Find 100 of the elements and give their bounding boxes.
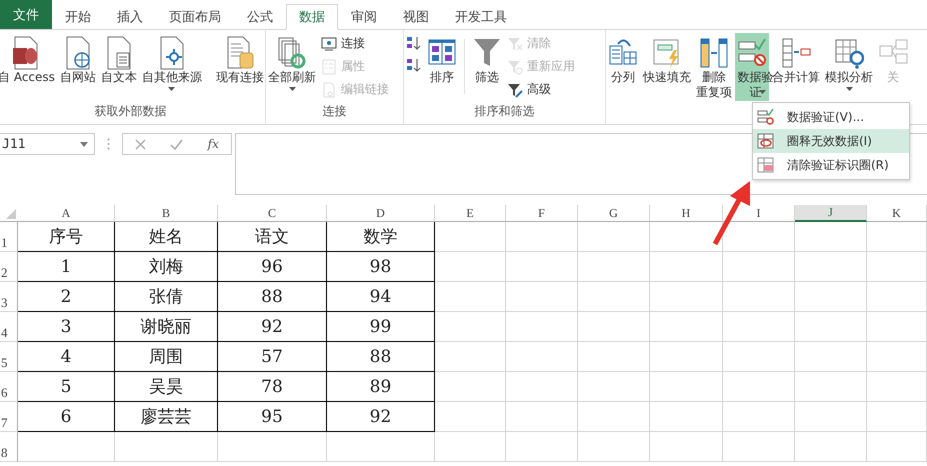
menu-item[interactable]: 清除验证标识圈(R) — [753, 153, 909, 177]
table-cell — [506, 222, 578, 252]
column-header[interactable]: E — [435, 205, 506, 222]
row-header[interactable]: 3 — [0, 282, 18, 312]
clear-circles-icon — [757, 157, 775, 173]
table-cell — [506, 312, 578, 342]
column-header[interactable]: D — [327, 205, 435, 222]
table-cell: 6 — [18, 402, 115, 432]
column-header[interactable]: A — [18, 205, 115, 222]
table-cell — [578, 312, 650, 342]
row-header[interactable]: 4 — [0, 312, 18, 342]
ribbon-button[interactable]: 自文本 — [98, 33, 139, 101]
table-cell — [723, 372, 795, 402]
ribbon-button[interactable]: 排序 — [425, 33, 459, 101]
ribbon-button[interactable]: 自网站 — [58, 33, 98, 101]
column-header[interactable]: H — [650, 205, 723, 222]
insert-function-button[interactable]: fx — [208, 137, 219, 151]
ribbon-button[interactable]: 删除重复项 — [694, 33, 734, 101]
table-cell — [578, 222, 650, 252]
table-cell — [795, 312, 867, 342]
ribbon-tab[interactable]: 审阅 — [338, 4, 390, 29]
reapply-filter-icon — [507, 58, 523, 74]
table-cell — [867, 372, 927, 402]
table-cell: 98 — [327, 252, 435, 282]
caret-icon — [759, 90, 766, 94]
table-cell: 3 — [18, 312, 115, 342]
caret-icon — [846, 87, 852, 91]
row-header[interactable]: 8 — [0, 432, 18, 462]
name-box[interactable]: J11 — [0, 133, 95, 155]
table-cell: 张倩 — [115, 282, 218, 312]
menu-item[interactable]: 圈释无效数据(I) — [753, 129, 909, 153]
file-tab[interactable]: 文件 — [0, 0, 52, 29]
ribbon-button[interactable]: 高级 — [505, 81, 577, 98]
ribbon-button[interactable]: 分列 — [606, 33, 640, 101]
column-header[interactable]: C — [218, 205, 327, 222]
column-header[interactable]: F — [506, 205, 578, 222]
table-cell — [867, 402, 927, 432]
table-cell — [795, 222, 867, 252]
table-cell: 78 — [218, 372, 327, 402]
sort-ascending-icon — [406, 35, 422, 51]
table-cell: 96 — [218, 252, 327, 282]
cancel-icon[interactable] — [135, 138, 146, 150]
table-cell: 吴昊 — [115, 372, 218, 402]
table-cell — [723, 312, 795, 342]
table-cell — [867, 282, 927, 312]
advanced-filter-icon — [507, 82, 523, 98]
row-header[interactable]: 2 — [0, 252, 18, 282]
edit-links-icon — [321, 82, 337, 98]
column-header[interactable]: B — [115, 205, 218, 222]
ribbon-tab[interactable]: 开始 — [52, 4, 104, 29]
ribbon-button[interactable]: 连接 — [319, 35, 391, 52]
row-header[interactable]: 6 — [0, 372, 18, 402]
table-cell — [578, 252, 650, 282]
table-cell — [867, 312, 927, 342]
table-cell — [435, 372, 506, 402]
ribbon-tab[interactable]: 开发工具 — [442, 4, 520, 29]
table-cell — [795, 372, 867, 402]
ribbon-tab[interactable]: 数据 — [286, 4, 338, 30]
ribbon-tab[interactable]: 页面布局 — [156, 4, 234, 29]
group-label: 连接 — [322, 103, 348, 120]
ribbon-button[interactable]: 自其他来源 — [140, 33, 204, 101]
table-cell — [723, 342, 795, 372]
ribbon-tab[interactable]: 视图 — [390, 4, 442, 29]
ribbon-button[interactable]: 快速填充 — [641, 33, 693, 101]
column-header[interactable]: K — [867, 205, 927, 222]
table-cell — [723, 252, 795, 282]
ribbon-tab[interactable]: 公式 — [234, 4, 286, 29]
row-header[interactable]: 1 — [0, 222, 18, 252]
table-cell — [435, 282, 506, 312]
table-cell: 94 — [327, 282, 435, 312]
table-cell — [435, 312, 506, 342]
table-cell: 廖芸芸 — [115, 402, 218, 432]
ribbon-button[interactable]: 模拟分析 — [823, 33, 875, 101]
grip-icon — [107, 138, 110, 150]
caret-icon — [80, 142, 88, 146]
table-cell: 95 — [218, 402, 327, 432]
select-all-icon[interactable] — [6, 209, 16, 219]
ribbon-button[interactable]: 全部刷新 — [266, 33, 318, 101]
check-icon[interactable] — [170, 138, 184, 150]
ribbon-button[interactable]: 现有连接 — [214, 33, 265, 101]
table-cell: 5 — [18, 372, 115, 402]
table-cell — [795, 282, 867, 312]
table-cell: 99 — [327, 312, 435, 342]
table-cell — [795, 342, 867, 372]
row-header[interactable]: 5 — [0, 342, 18, 372]
remove-duplicates-icon — [699, 36, 729, 70]
data-validation-icon — [757, 109, 775, 125]
ribbon-tab[interactable]: 插入 — [104, 4, 156, 29]
database-document-icon — [224, 36, 255, 70]
column-header[interactable]: G — [578, 205, 650, 222]
table-cell — [506, 432, 578, 462]
menu-item[interactable]: 数据验证(V)... — [753, 105, 909, 129]
group-label: 获取外部数据 — [94, 103, 168, 120]
ribbon-button[interactable]: 筛选 — [470, 33, 504, 101]
table-cell — [506, 282, 578, 312]
table-cell — [723, 432, 795, 462]
circle-invalid-icon — [757, 133, 775, 149]
column-header[interactable]: J — [795, 205, 867, 222]
row-header[interactable]: 7 — [0, 402, 18, 432]
table-cell — [723, 282, 795, 312]
